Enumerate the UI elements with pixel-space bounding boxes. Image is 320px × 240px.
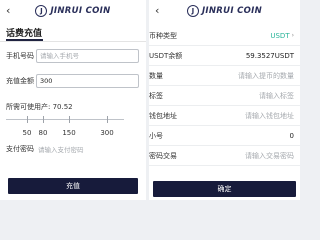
quantity-label: 数量 xyxy=(149,71,163,80)
currency-type-value: USDT xyxy=(270,31,290,40)
header: ‹ J JINRUI COIN xyxy=(0,0,146,22)
slider-tick[interactable] xyxy=(107,116,108,123)
confirm-button[interactable]: 确定 xyxy=(153,181,296,197)
wallet-address-label: 钱包地址 xyxy=(149,111,177,120)
available-value: 70.52 xyxy=(52,103,73,111)
tag-input[interactable]: 请输入标签 xyxy=(259,91,294,101)
back-icon[interactable]: ‹ xyxy=(6,3,10,19)
preset-amount[interactable]: 50 xyxy=(23,129,32,137)
balance-row: USDT余额 59.3527USDT xyxy=(149,46,300,66)
sub-account-row: 小号 0 xyxy=(149,126,300,146)
slider-tick[interactable] xyxy=(43,116,44,123)
amount-row: 充值金额 300 xyxy=(6,74,139,88)
tag-label: 标签 xyxy=(149,91,163,100)
preset-amount[interactable]: 80 xyxy=(39,129,48,137)
preset-amount[interactable]: 300 xyxy=(100,129,113,137)
logo: J JINRUI COIN xyxy=(186,5,263,17)
withdraw-panel: ‹ J JINRUI COIN 币种类型 USDT › USDT余额 59.35… xyxy=(149,0,300,200)
trade-password-label: 密码交易 xyxy=(149,151,177,160)
available-label: 所需可使用产: xyxy=(6,103,51,111)
amount-slider[interactable] xyxy=(6,113,124,127)
password-label: 支付密码 xyxy=(6,145,34,153)
logo: J JINRUI COIN xyxy=(35,5,110,17)
recharge-panel: ‹ J JINRUI COIN 话费充值 手机号码 请输入手机号 充值金额 30… xyxy=(0,0,146,200)
password-row: 支付密码 请输入支付密码 xyxy=(6,144,84,154)
password-input[interactable]: 请输入支付密码 xyxy=(38,144,84,154)
quantity-input[interactable]: 请输入提币的数量 xyxy=(238,71,294,81)
amount-label: 充值金额 xyxy=(6,77,34,85)
slider-tick[interactable] xyxy=(27,116,28,123)
header: ‹ J JINRUI COIN xyxy=(149,0,300,22)
logo-mark: J xyxy=(35,5,48,17)
tab-phone-recharge[interactable]: 话费充值 xyxy=(6,26,42,39)
slider-tick[interactable] xyxy=(69,116,70,123)
wallet-address-row: 钱包地址 请输入钱包地址 xyxy=(149,106,300,126)
recharge-button[interactable]: 充值 xyxy=(8,178,138,194)
balance-label: USDT余额 xyxy=(149,51,183,60)
sub-account-label: 小号 xyxy=(149,131,163,140)
currency-type-row[interactable]: 币种类型 USDT › xyxy=(149,26,300,46)
quantity-row: 数量 请输入提币的数量 xyxy=(149,66,300,86)
tag-row: 标签 请输入标签 xyxy=(149,86,300,106)
trade-password-input[interactable]: 请输入交易密码 xyxy=(245,151,294,161)
wallet-address-input[interactable]: 请输入钱包地址 xyxy=(245,111,294,121)
currency-type-select[interactable]: USDT › xyxy=(270,32,294,40)
preset-amount[interactable]: 150 xyxy=(62,129,75,137)
phone-row: 手机号码 请输入手机号 xyxy=(6,49,139,63)
divider xyxy=(0,41,146,42)
amount-input[interactable]: 300 xyxy=(36,74,139,88)
phone-input[interactable]: 请输入手机号 xyxy=(36,49,139,63)
trade-password-row: 密码交易 请输入交易密码 xyxy=(149,146,300,166)
balance-value: 59.3527USDT xyxy=(245,51,294,60)
logo-text: JINRUI COIN xyxy=(201,6,263,16)
chevron-right-icon: › xyxy=(291,32,294,39)
sub-account-value[interactable]: 0 xyxy=(290,132,294,140)
preset-amounts: 50 80 150 300 xyxy=(6,129,124,139)
logo-text: JINRUI COIN xyxy=(50,6,111,16)
phone-label: 手机号码 xyxy=(6,52,34,60)
available-balance: 所需可使用产: 70.52 xyxy=(6,102,73,112)
back-icon[interactable]: ‹ xyxy=(155,3,159,19)
logo-mark: J xyxy=(186,5,199,17)
currency-type-label: 币种类型 xyxy=(149,31,177,40)
